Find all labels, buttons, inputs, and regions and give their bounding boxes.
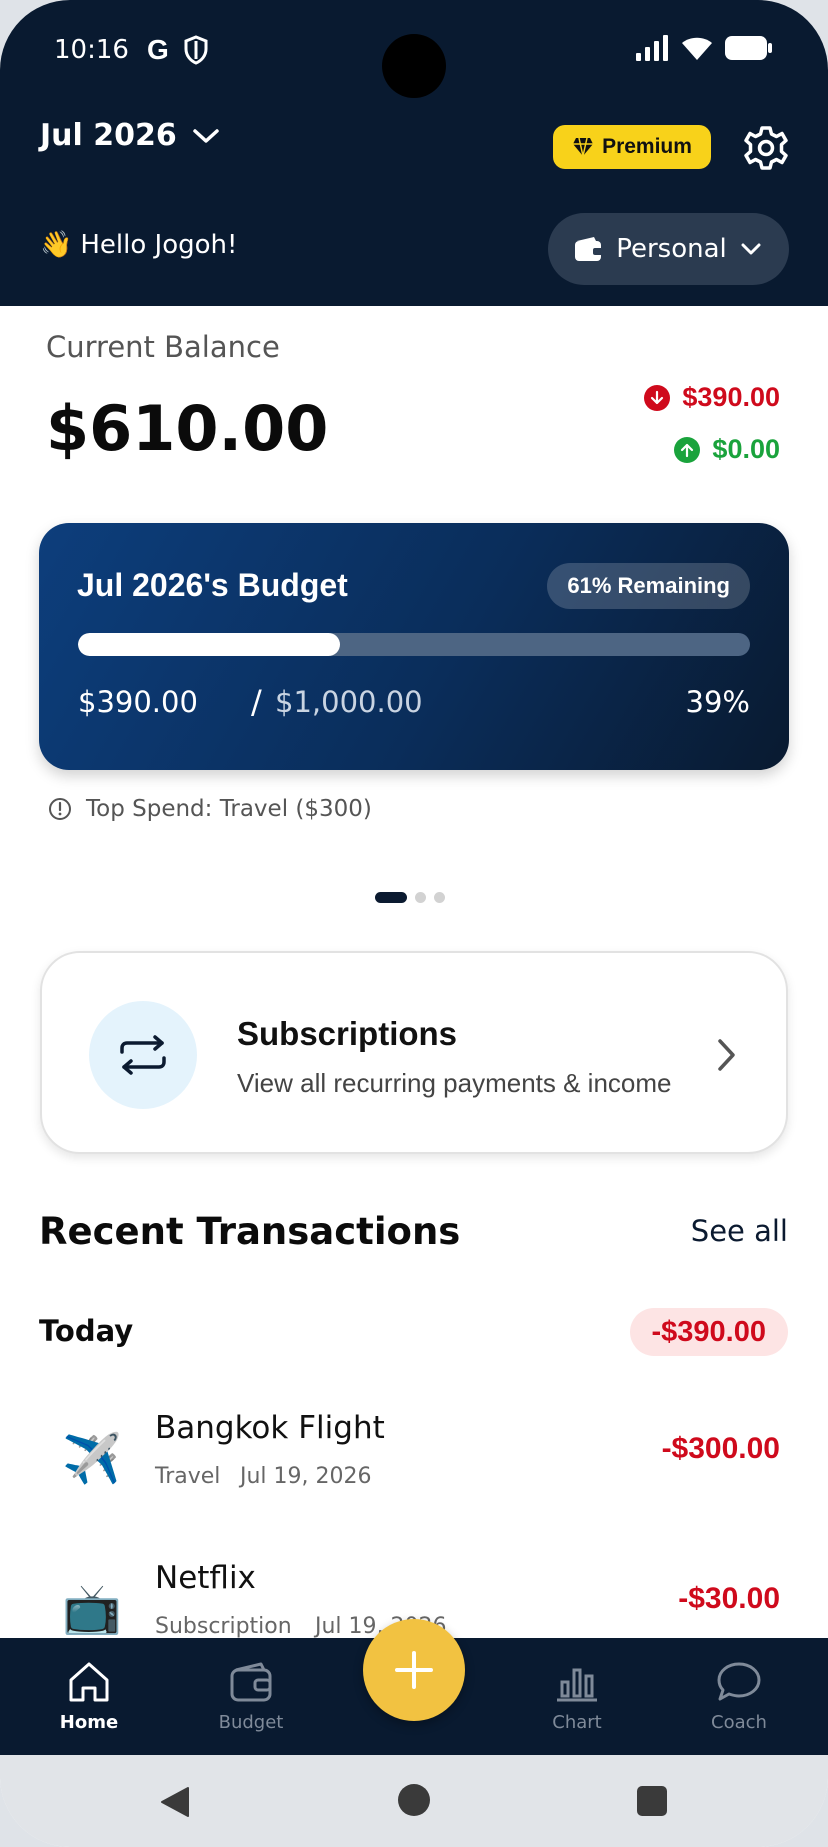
income-summary: $0.00 bbox=[674, 434, 780, 465]
info-icon bbox=[49, 798, 71, 820]
diamond-icon bbox=[573, 137, 594, 157]
airplane-icon: ✈️ bbox=[62, 1431, 122, 1487]
remaining-label: 61% Remaining bbox=[567, 573, 730, 598]
television-icon: 📺 bbox=[62, 1581, 122, 1637]
repeat-icon bbox=[120, 1035, 166, 1075]
battery-icon bbox=[725, 36, 772, 60]
system-nav-bar bbox=[0, 1755, 828, 1847]
account-label: Personal bbox=[616, 234, 727, 264]
transaction-amount: -$300.00 bbox=[661, 1432, 780, 1465]
nav-chart[interactable]: Chart bbox=[522, 1660, 632, 1733]
back-icon[interactable] bbox=[158, 1785, 192, 1819]
budget-total: $1,000.00 bbox=[275, 685, 423, 719]
recent-transactions-title: Recent Transactions bbox=[39, 1210, 461, 1253]
home-circle-icon[interactable] bbox=[398, 1784, 430, 1816]
expense-summary: $390.00 bbox=[644, 382, 780, 413]
recent-apps-icon[interactable] bbox=[637, 1786, 667, 1816]
nav-label: Budget bbox=[218, 1712, 284, 1733]
account-switcher[interactable]: Personal bbox=[548, 213, 789, 285]
chevron-right-icon bbox=[718, 1039, 735, 1071]
remaining-badge: 61% Remaining bbox=[547, 563, 750, 609]
transaction-amount: -$30.00 bbox=[678, 1582, 780, 1615]
premium-button[interactable]: Premium bbox=[553, 125, 711, 169]
chevron-down-icon bbox=[193, 128, 219, 143]
bar-chart-icon bbox=[557, 1668, 597, 1702]
google-icon: G bbox=[146, 34, 169, 65]
shield-icon bbox=[184, 35, 208, 65]
carousel-dot[interactable] bbox=[415, 892, 426, 903]
gear-icon[interactable] bbox=[742, 124, 790, 172]
header: 10:16 G Jul 2026 Premium 👋 Hello Jogoh! … bbox=[0, 0, 828, 306]
nav-coach[interactable]: Coach bbox=[684, 1660, 794, 1733]
transaction-category: Travel bbox=[155, 1464, 221, 1489]
subscriptions-description: View all recurring payments & income bbox=[237, 1068, 672, 1098]
premium-label: Premium bbox=[602, 135, 692, 158]
group-total: -$390.00 bbox=[651, 1315, 767, 1348]
month-selector[interactable]: Jul 2026 bbox=[40, 118, 221, 153]
carousel-dot[interactable] bbox=[375, 892, 407, 903]
wallet-icon bbox=[575, 237, 604, 261]
subscriptions-title: Subscriptions bbox=[237, 1015, 458, 1052]
chat-bubble-icon bbox=[717, 1662, 761, 1701]
budget-progress-fill bbox=[78, 633, 341, 656]
transaction-name: Netflix bbox=[155, 1560, 256, 1596]
chevron-down-icon bbox=[741, 243, 761, 255]
budget-title: Jul 2026's Budget bbox=[77, 567, 348, 603]
nav-label: Home bbox=[59, 1712, 119, 1733]
carousel-dot[interactable] bbox=[434, 892, 445, 903]
see-all-link[interactable]: See all bbox=[691, 1214, 788, 1248]
status-icons bbox=[636, 34, 774, 62]
add-transaction-button[interactable] bbox=[363, 1619, 465, 1721]
greeting: 👋 Hello Jogoh! bbox=[40, 230, 237, 260]
top-spend-note: Top Spend: Travel ($300) bbox=[48, 796, 372, 822]
balance-label: Current Balance bbox=[46, 330, 280, 364]
nav-label: Coach bbox=[711, 1712, 767, 1733]
carousel-indicator bbox=[375, 892, 445, 903]
nav-budget[interactable]: Budget bbox=[196, 1660, 306, 1733]
nav-home[interactable]: Home bbox=[34, 1660, 144, 1733]
subscriptions-icon-badge bbox=[89, 1001, 197, 1109]
status-time: 10:16 bbox=[54, 35, 129, 65]
group-date-label: Today bbox=[39, 1314, 134, 1348]
transaction-category: Subscription bbox=[155, 1614, 292, 1639]
wallet-icon bbox=[230, 1662, 272, 1702]
transaction-row[interactable]: ✈️ Bangkok Flight Travel Jul 19, 2026 -$… bbox=[0, 1400, 828, 1550]
arrow-down-icon bbox=[644, 384, 671, 411]
camera-cutout bbox=[382, 34, 446, 98]
top-spend-text: Top Spend: Travel ($300) bbox=[86, 796, 372, 822]
budget-progress-bar bbox=[78, 633, 750, 656]
budget-spent: $390.00 bbox=[78, 685, 198, 719]
budget-percent: 39% bbox=[685, 685, 750, 719]
home-icon bbox=[69, 1662, 109, 1702]
budget-card[interactable]: Jul 2026's Budget 61% Remaining $390.00 … bbox=[39, 523, 789, 770]
nav-label: Chart bbox=[552, 1712, 602, 1733]
plus-icon bbox=[395, 1651, 433, 1689]
greeting-text: Hello Jogoh! bbox=[80, 230, 238, 260]
expense-amount: $390.00 bbox=[682, 382, 780, 412]
transaction-date: Jul 19, 2026 bbox=[240, 1464, 372, 1489]
wave-emoji: 👋 bbox=[40, 230, 73, 260]
wifi-icon bbox=[682, 37, 712, 60]
budget-separator: / bbox=[251, 683, 262, 721]
group-total-badge: -$390.00 bbox=[629, 1308, 788, 1356]
app-screen: 10:16 G Jul 2026 Premium 👋 Hello Jogoh! … bbox=[0, 0, 828, 1847]
income-amount: $0.00 bbox=[712, 434, 780, 464]
signal-icon bbox=[636, 35, 668, 61]
month-label: Jul 2026 bbox=[40, 118, 177, 153]
subscriptions-card[interactable]: Subscriptions View all recurring payment… bbox=[40, 951, 788, 1154]
transaction-name: Bangkok Flight bbox=[155, 1410, 385, 1446]
balance-value: $610.00 bbox=[46, 392, 329, 465]
arrow-up-icon bbox=[674, 436, 701, 463]
